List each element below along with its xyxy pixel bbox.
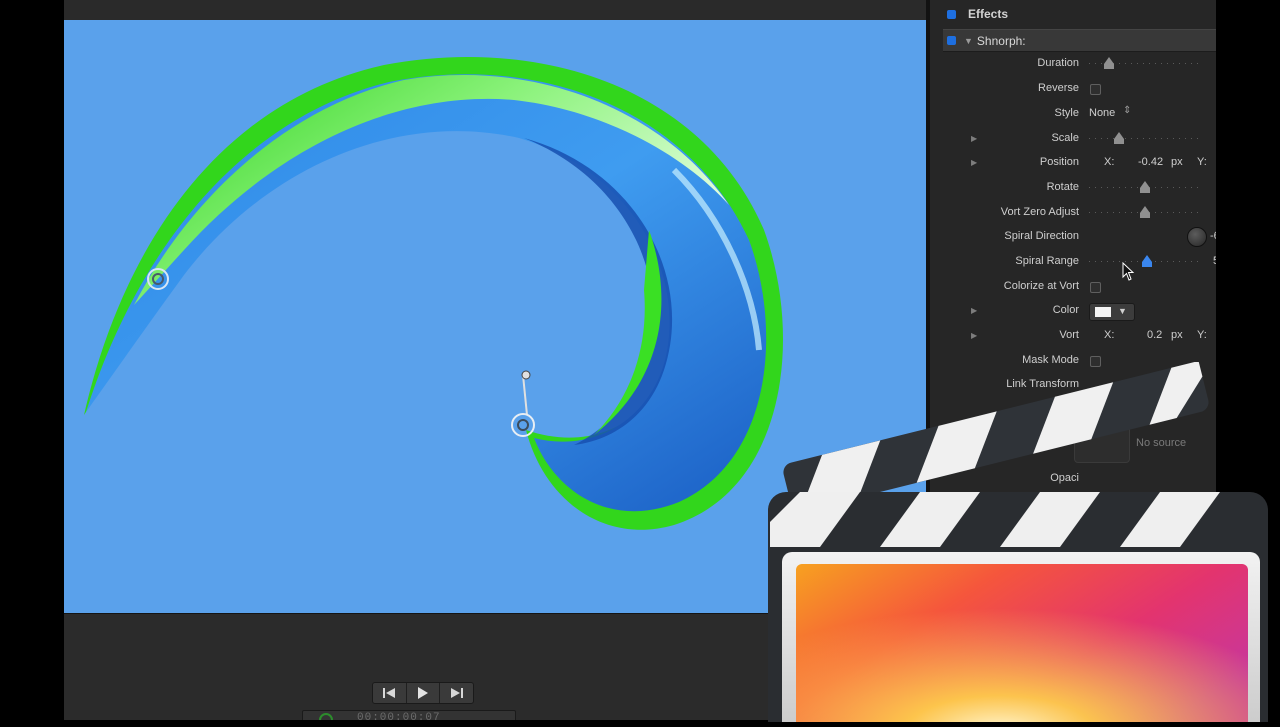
play-icon (418, 687, 428, 699)
popup-arrows-icon[interactable]: ⇕ (1123, 105, 1131, 116)
go-to-start-icon (383, 688, 396, 698)
reverse-checkbox[interactable] (1090, 84, 1101, 95)
timecode-indicator-icon (319, 713, 333, 720)
disclosure-closed-icon[interactable]: ▶ (971, 134, 977, 143)
color-well[interactable]: ▼ (1089, 303, 1135, 321)
vort-x-unit: px (1171, 329, 1183, 341)
viewer-top-bar (64, 0, 928, 21)
disclosure-closed-icon[interactable]: ▶ (971, 331, 977, 340)
disclosure-open-icon[interactable]: ▼ (964, 36, 973, 46)
param-label: Reverse (1038, 82, 1079, 94)
param-label: Style (1054, 107, 1079, 119)
param-label: Spiral Range (1015, 255, 1079, 267)
color-swatch (1095, 307, 1111, 317)
param-spiral-range: Spiral Range 5 (943, 250, 1216, 274)
param-vort: ▶ Vort X: 0.2 px Y: (943, 324, 1216, 348)
position-x-unit: px (1171, 156, 1183, 168)
param-scale: ▶ Scale (943, 127, 1216, 151)
timecode-value: 00:00:00:07 (357, 712, 441, 720)
go-to-start-button[interactable] (373, 683, 407, 703)
effects-section-header[interactable]: Effects (930, 3, 1216, 25)
vort-x-label: X: (1104, 329, 1115, 341)
timecode-display[interactable]: 00:00:00:07 (302, 710, 516, 720)
effects-enable-checkbox[interactable] (947, 9, 956, 19)
vort-x-value[interactable]: 0.2 (1147, 329, 1162, 341)
param-rotate: Rotate (943, 176, 1216, 200)
disclosure-closed-icon[interactable]: ▶ (971, 306, 977, 315)
param-spiral-direction: Spiral Direction -6 (943, 225, 1216, 249)
slider-knob[interactable] (1140, 181, 1150, 193)
position-x-value[interactable]: -0.42 (1138, 156, 1163, 168)
slider-knob[interactable] (1142, 255, 1153, 267)
param-colorize-at-vort: Colorize at Vort (943, 275, 1216, 299)
vort-zero-adjust-slider[interactable] (1089, 206, 1201, 218)
param-position: ▶ Position X: -0.42 px Y: (943, 151, 1216, 175)
param-label: Scale (1051, 132, 1079, 144)
pointer-cursor-icon (1122, 262, 1135, 281)
param-color: ▶ Color ▼ (943, 299, 1216, 323)
go-to-end-icon (450, 688, 463, 698)
transport-controls (372, 682, 474, 704)
param-label: Spiral Direction (1004, 230, 1079, 242)
duration-slider[interactable] (1089, 57, 1201, 69)
param-label: Position (1039, 156, 1079, 168)
final-cut-pro-clapper-icon (760, 360, 1280, 727)
slider-knob[interactable] (1104, 57, 1115, 69)
style-popup[interactable]: None (1089, 107, 1115, 119)
effect-enable-checkbox[interactable] (947, 36, 956, 45)
param-duration: Duration (943, 52, 1216, 76)
spiral-direction-dial[interactable] (1187, 227, 1207, 247)
param-label: Color (1052, 304, 1079, 316)
chevron-down-icon[interactable]: ▼ (1118, 306, 1127, 316)
param-label: Duration (1037, 57, 1079, 69)
param-style: Style None ⇕ (943, 102, 1216, 126)
effects-section-title: Effects (968, 7, 1009, 21)
param-label: Colorize at Vort (1003, 280, 1079, 292)
scale-slider[interactable] (1089, 132, 1201, 144)
param-label: Rotate (1046, 181, 1079, 193)
vort-y-label: Y: (1197, 329, 1207, 341)
spiral-range-slider[interactable] (1089, 255, 1201, 267)
spiral-direction-value[interactable]: -6 (1210, 230, 1216, 242)
param-label: Vort Zero Adjust (1000, 206, 1079, 218)
slider-knob[interactable] (1114, 132, 1125, 144)
go-to-end-button[interactable] (440, 683, 473, 703)
position-y-label: Y: (1197, 156, 1207, 168)
spiral-range-value[interactable]: 5 (1213, 255, 1216, 267)
position-x-label: X: (1104, 156, 1115, 168)
colorize-at-vort-checkbox[interactable] (1090, 282, 1101, 293)
rotate-slider[interactable] (1089, 181, 1201, 193)
param-reverse: Reverse (943, 77, 1216, 101)
disclosure-closed-icon[interactable]: ▶ (971, 158, 977, 167)
param-vort-zero-adjust: Vort Zero Adjust (943, 201, 1216, 225)
effect-name: Shnorph: (976, 33, 1026, 48)
effect-header-shnorph[interactable]: ▼ Shnorph: (943, 29, 1216, 52)
play-button[interactable] (407, 683, 441, 703)
onscreen-handle-vort[interactable] (511, 370, 535, 437)
slider-knob[interactable] (1140, 206, 1150, 218)
param-label: Vort (1059, 329, 1079, 341)
